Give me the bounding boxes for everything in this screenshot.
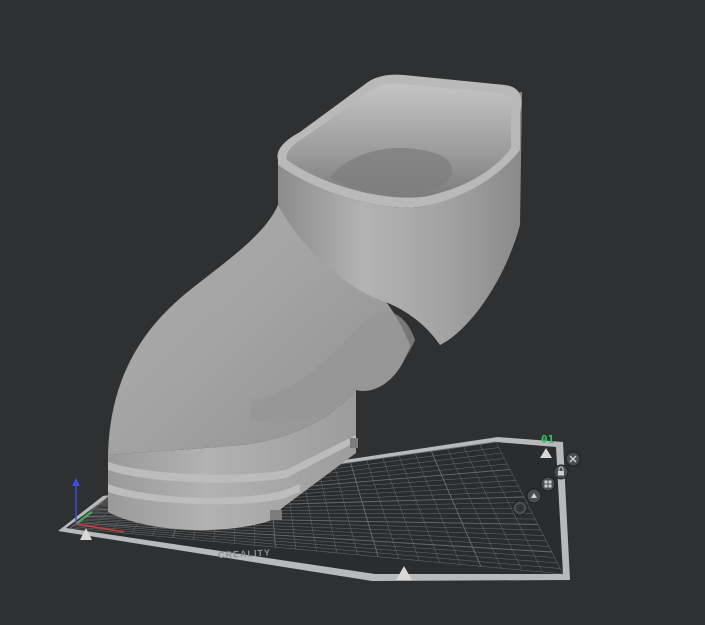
- plate-settings-button[interactable]: [512, 500, 528, 516]
- plate-orient-button[interactable]: [526, 488, 542, 504]
- z-axis-arrow-icon: [72, 478, 80, 486]
- duct-foot-notch: [270, 510, 282, 520]
- 3d-viewport[interactable]: CREALITY 01: [0, 0, 705, 625]
- duct-foot-notch: [350, 438, 358, 448]
- plate-arrange-button[interactable]: [540, 476, 556, 492]
- scene-canvas[interactable]: CREALITY 01: [0, 0, 705, 625]
- plate-close-button[interactable]: [565, 451, 581, 467]
- settings-icon: [516, 504, 524, 512]
- plate-number-label: 01: [541, 433, 555, 446]
- plate-lock-button[interactable]: [553, 464, 569, 480]
